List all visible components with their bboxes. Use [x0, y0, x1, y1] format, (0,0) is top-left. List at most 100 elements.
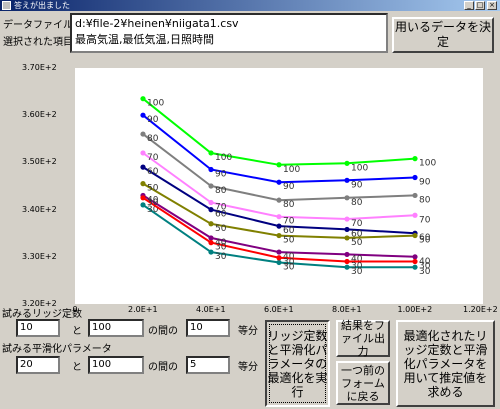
data-point: [140, 131, 146, 137]
y-tick-label: 3.30E+2: [22, 251, 57, 261]
file-path: d:¥file-2¥heinen¥niigata1.csv: [75, 17, 239, 30]
data-point: [276, 223, 282, 229]
data-point: [412, 258, 418, 265]
data-label: 70: [147, 153, 159, 163]
data-label: 30: [215, 252, 227, 262]
data-point: [276, 249, 282, 255]
data-label: 60: [215, 210, 227, 220]
x-tick-label: 1.20E+2: [463, 305, 498, 314]
data-label: 50: [419, 236, 431, 246]
smoothing-steps-input[interactable]: 5: [186, 356, 230, 374]
smoothing-between-label: の間の: [148, 362, 178, 373]
ridge-between-label: の間の: [148, 326, 178, 337]
data-label: 80: [419, 195, 431, 205]
data-label: 100: [283, 165, 300, 175]
data-label: 90: [215, 169, 227, 179]
data-point: [344, 177, 350, 183]
data-point: [412, 192, 418, 199]
x-tick-label: 2.0E+1: [128, 305, 158, 314]
data-point: [344, 258, 350, 265]
data-point: [140, 150, 146, 156]
data-point: [208, 183, 214, 189]
data-point: [412, 232, 418, 239]
file-info-box[interactable]: d:¥file-2¥heinen¥niigata1.csv 最高気温,最低気温,…: [70, 13, 388, 53]
y-tick-label: 3.60E+2: [22, 110, 57, 120]
data-label: 50: [283, 236, 295, 246]
back-button-label: 一つ前のフォームに戻る: [341, 363, 385, 403]
selected-items: 最高気温,最低気温,日照時間: [75, 33, 214, 46]
data-label: 100: [147, 99, 164, 109]
data-label: 30: [351, 262, 363, 272]
optimize-button[interactable]: リッジ定数と平滑化パラメータの最適化を実行: [265, 320, 330, 407]
y-tick-label: 3.40E+2: [22, 204, 57, 214]
file-output-label: 結果をファイル出力: [341, 319, 385, 358]
minimize-button[interactable]: _: [464, 1, 474, 10]
data-label: 80: [147, 134, 159, 144]
ridge-label: 試みるリッジ定数: [2, 309, 82, 320]
y-tick-label: 3.50E+2: [22, 157, 57, 167]
series-line-1: [142, 114, 416, 184]
x-tick-label: 1.00E+2: [397, 305, 433, 314]
x-tick-label: 6.0E+1: [264, 305, 294, 314]
data-label: 90: [147, 115, 159, 125]
ridge-steps-input[interactable]: 10: [186, 319, 230, 337]
ridge-and-label: と: [72, 326, 82, 337]
data-point: [208, 240, 214, 246]
title-bar: 答えが出ました _ □ ×: [0, 0, 500, 11]
data-point: [140, 181, 146, 187]
data-label: 70: [351, 219, 363, 229]
data-label: 50: [351, 238, 363, 248]
decide-data-button[interactable]: 用いるデータを決定: [392, 17, 494, 53]
optimize-button-label: リッジ定数と平滑化パラメータの最適化を実行: [267, 328, 328, 399]
file-output-button[interactable]: 結果をファイル出力: [336, 319, 390, 358]
smoothing-and-label: と: [72, 362, 82, 373]
data-point: [412, 264, 418, 270]
data-point: [276, 259, 282, 266]
data-point: [208, 221, 214, 227]
data-label: 80: [351, 198, 363, 208]
data-label: 70: [419, 215, 431, 225]
data-point: [208, 199, 214, 206]
window-title: 答えが出ました: [14, 1, 70, 10]
data-point: [344, 226, 350, 233]
smoothing-equal-label: 等分: [238, 362, 258, 373]
main-window: 答えが出ました _ □ × データファイル 選択された項目 d:¥file-2¥…: [0, 0, 500, 409]
app-icon: [2, 1, 11, 10]
selected-items-label: 選択された項目: [3, 37, 73, 48]
series-line-0: [142, 97, 416, 166]
data-label: 30: [283, 258, 295, 268]
data-point: [344, 251, 350, 258]
data-point: [140, 96, 146, 102]
back-button[interactable]: 一つ前のフォームに戻る: [336, 361, 390, 405]
estimate-button-label: 最適化されたリッジ定数と平滑化パラメータを用いて推定値を求める: [403, 328, 488, 399]
estimate-button[interactable]: 最適化されたリッジ定数と平滑化パラメータを用いて推定値を求める: [396, 320, 495, 407]
data-point: [412, 156, 418, 162]
data-point: [140, 195, 146, 201]
smoothing-from-input[interactable]: 20: [16, 356, 60, 374]
maximize-button[interactable]: □: [475, 1, 485, 10]
data-point: [344, 264, 350, 270]
data-point: [208, 150, 214, 156]
data-point: [208, 235, 214, 241]
decide-data-label: 用いるデータを決定: [394, 20, 491, 49]
data-label: 30: [215, 243, 227, 253]
data-label: 30: [147, 198, 159, 208]
data-label: 50: [147, 184, 159, 194]
data-point: [276, 255, 282, 261]
data-label: 100: [215, 153, 232, 163]
data-point: [208, 249, 214, 255]
data-label: 90: [419, 178, 431, 188]
data-label: 80: [215, 186, 227, 196]
data-label: 90: [351, 180, 363, 190]
y-tick-label: 3.70E+2: [22, 63, 57, 72]
ridge-from-input[interactable]: 10: [16, 319, 60, 337]
close-button[interactable]: ×: [487, 1, 497, 10]
smoothing-to-input[interactable]: 100: [88, 356, 144, 374]
data-point: [276, 162, 282, 168]
data-file-label: データファイル: [3, 20, 73, 31]
data-point: [276, 214, 282, 220]
data-point: [412, 212, 418, 218]
ridge-to-input[interactable]: 100: [88, 319, 144, 337]
data-point: [140, 164, 146, 170]
data-point: [344, 216, 350, 222]
